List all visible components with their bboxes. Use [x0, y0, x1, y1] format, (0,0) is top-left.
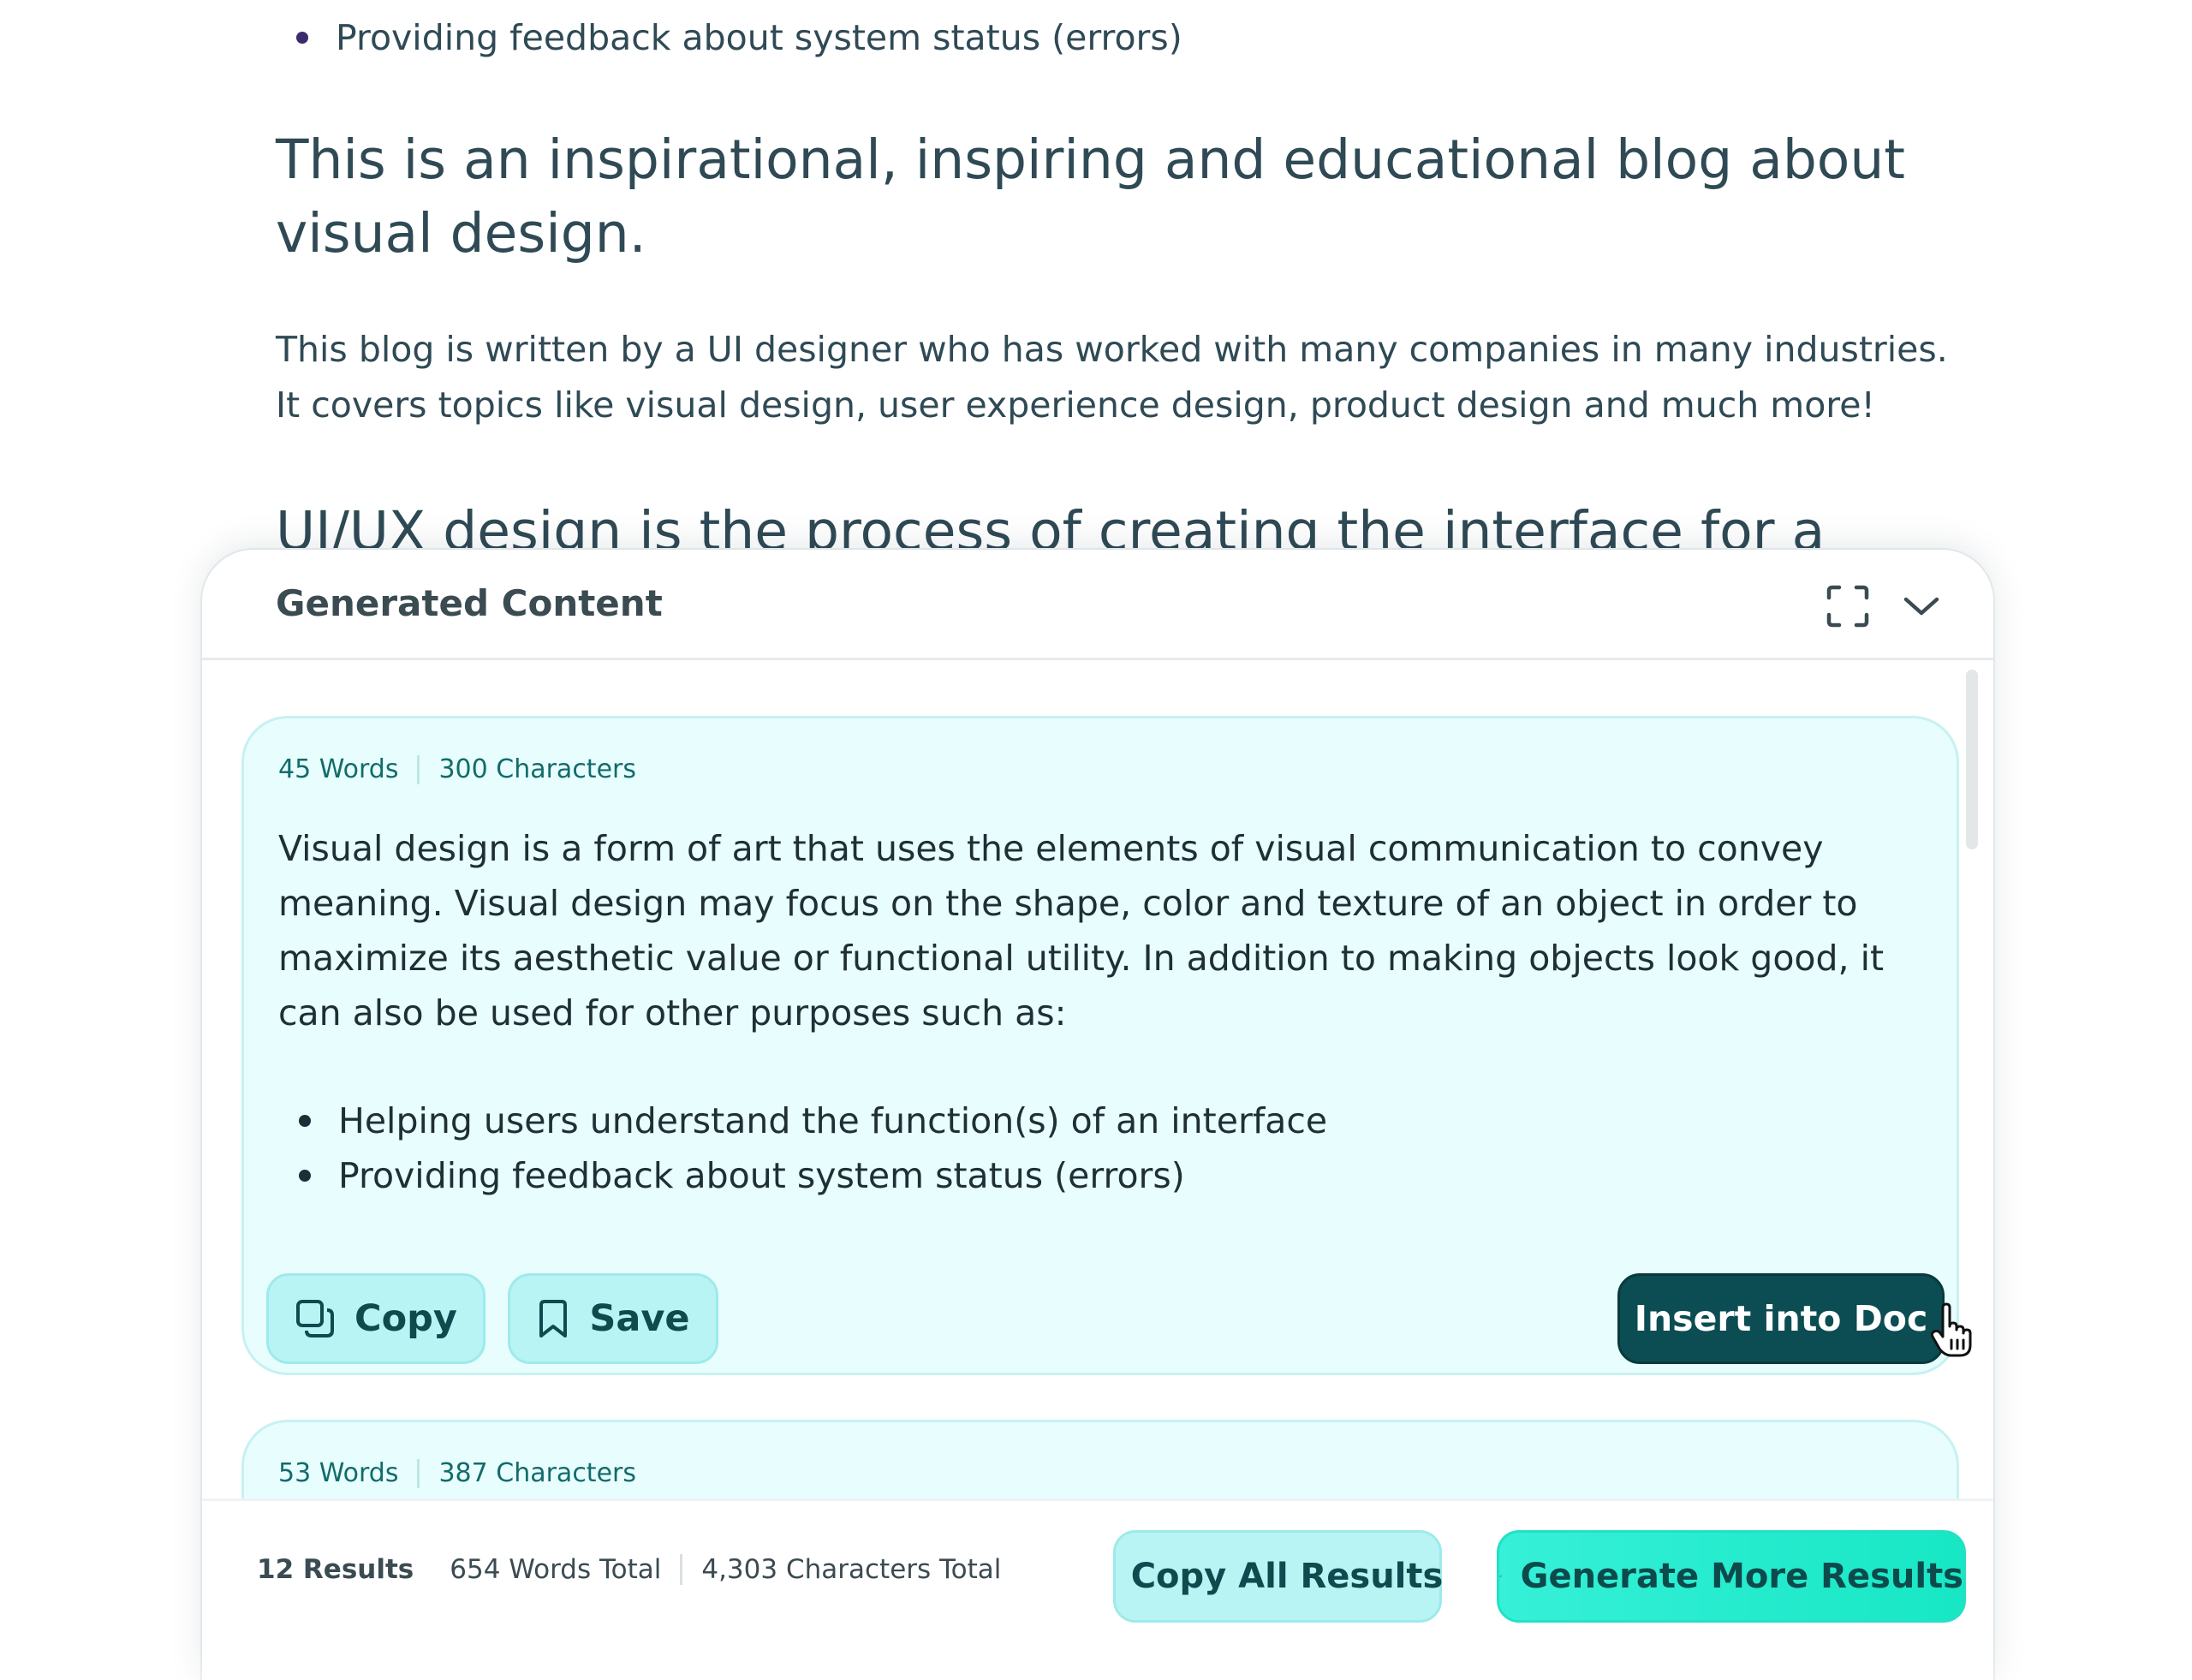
- list-item: Helping users understand the function(s)…: [278, 1093, 1327, 1148]
- result-stats: 53 Words 387 Characters: [278, 1458, 636, 1488]
- bullet-dot: [299, 1170, 311, 1182]
- character-count: 387 Characters: [438, 1458, 636, 1488]
- doc-list-item-text: Providing feedback about system status (…: [336, 17, 1182, 58]
- scrollbar-thumb[interactable]: [1966, 670, 1978, 849]
- result-bullet-list: Helping users understand the function(s)…: [278, 1093, 1327, 1203]
- insert-into-doc-button[interactable]: Insert into Doc: [1617, 1273, 1945, 1364]
- footer-stats: 12 Results 654 Words Total 4,303 Charact…: [257, 1554, 1001, 1585]
- stats-divider: [417, 754, 420, 784]
- generated-content-panel: Generated Content 45 Words 300 Character…: [202, 550, 1993, 1680]
- results-count: 12 Results: [257, 1554, 414, 1585]
- stats-divider: [417, 1458, 420, 1488]
- bullet-dot: [299, 1115, 311, 1127]
- pointer-cursor-icon: [1930, 1302, 1972, 1357]
- list-item-text: Helping users understand the function(s)…: [338, 1100, 1328, 1141]
- copy-all-results-button[interactable]: Copy All Results: [1113, 1530, 1444, 1623]
- result-text: Visual design is a form of art that uses…: [278, 828, 1885, 1034]
- doc-list-item: Providing feedback about system status (…: [293, 12, 1182, 63]
- bullet-dot: [296, 32, 308, 44]
- insert-button-label: Insert into Doc: [1634, 1298, 1928, 1339]
- copy-icon: [296, 1300, 335, 1337]
- result-card: 45 Words 300 Characters Visual design is…: [241, 716, 1972, 1375]
- doc-paragraph: This blog is written by a UI designer wh…: [276, 329, 1948, 426]
- words-total: 654 Words Total: [450, 1554, 662, 1585]
- list-item: Providing feedback about system status (…: [278, 1148, 1327, 1203]
- chevron-down-icon[interactable]: [1899, 584, 1944, 629]
- generate-more-results-button[interactable]: Generate More Results: [1497, 1530, 1966, 1623]
- panel-header: Generated Content: [202, 550, 1993, 660]
- expand-icon[interactable]: [1826, 584, 1870, 629]
- copy-button-label: Copy: [354, 1297, 457, 1340]
- save-button[interactable]: Save: [508, 1273, 718, 1364]
- save-button-label: Save: [589, 1297, 690, 1340]
- refresh-icon: [1499, 1575, 1502, 1578]
- doc-heading: This is an inspirational, inspiring and …: [276, 128, 1905, 265]
- stats-divider: [680, 1554, 683, 1585]
- list-item-text: Providing feedback about system status (…: [338, 1155, 1185, 1196]
- bookmark-icon: [539, 1300, 568, 1337]
- panel-footer: 12 Results 654 Words Total 4,303 Charact…: [202, 1498, 1993, 1680]
- word-count: 53 Words: [278, 1458, 399, 1488]
- character-count: 300 Characters: [438, 754, 636, 784]
- characters-total: 4,303 Characters Total: [701, 1554, 1002, 1585]
- result-stats: 45 Words 300 Characters: [278, 754, 636, 784]
- word-count: 45 Words: [278, 754, 399, 784]
- copy-all-label: Copy All Results: [1130, 1557, 1444, 1596]
- generate-more-label: Generate More Results: [1520, 1557, 1963, 1596]
- copy-button[interactable]: Copy: [266, 1273, 485, 1364]
- panel-title: Generated Content: [276, 582, 663, 624]
